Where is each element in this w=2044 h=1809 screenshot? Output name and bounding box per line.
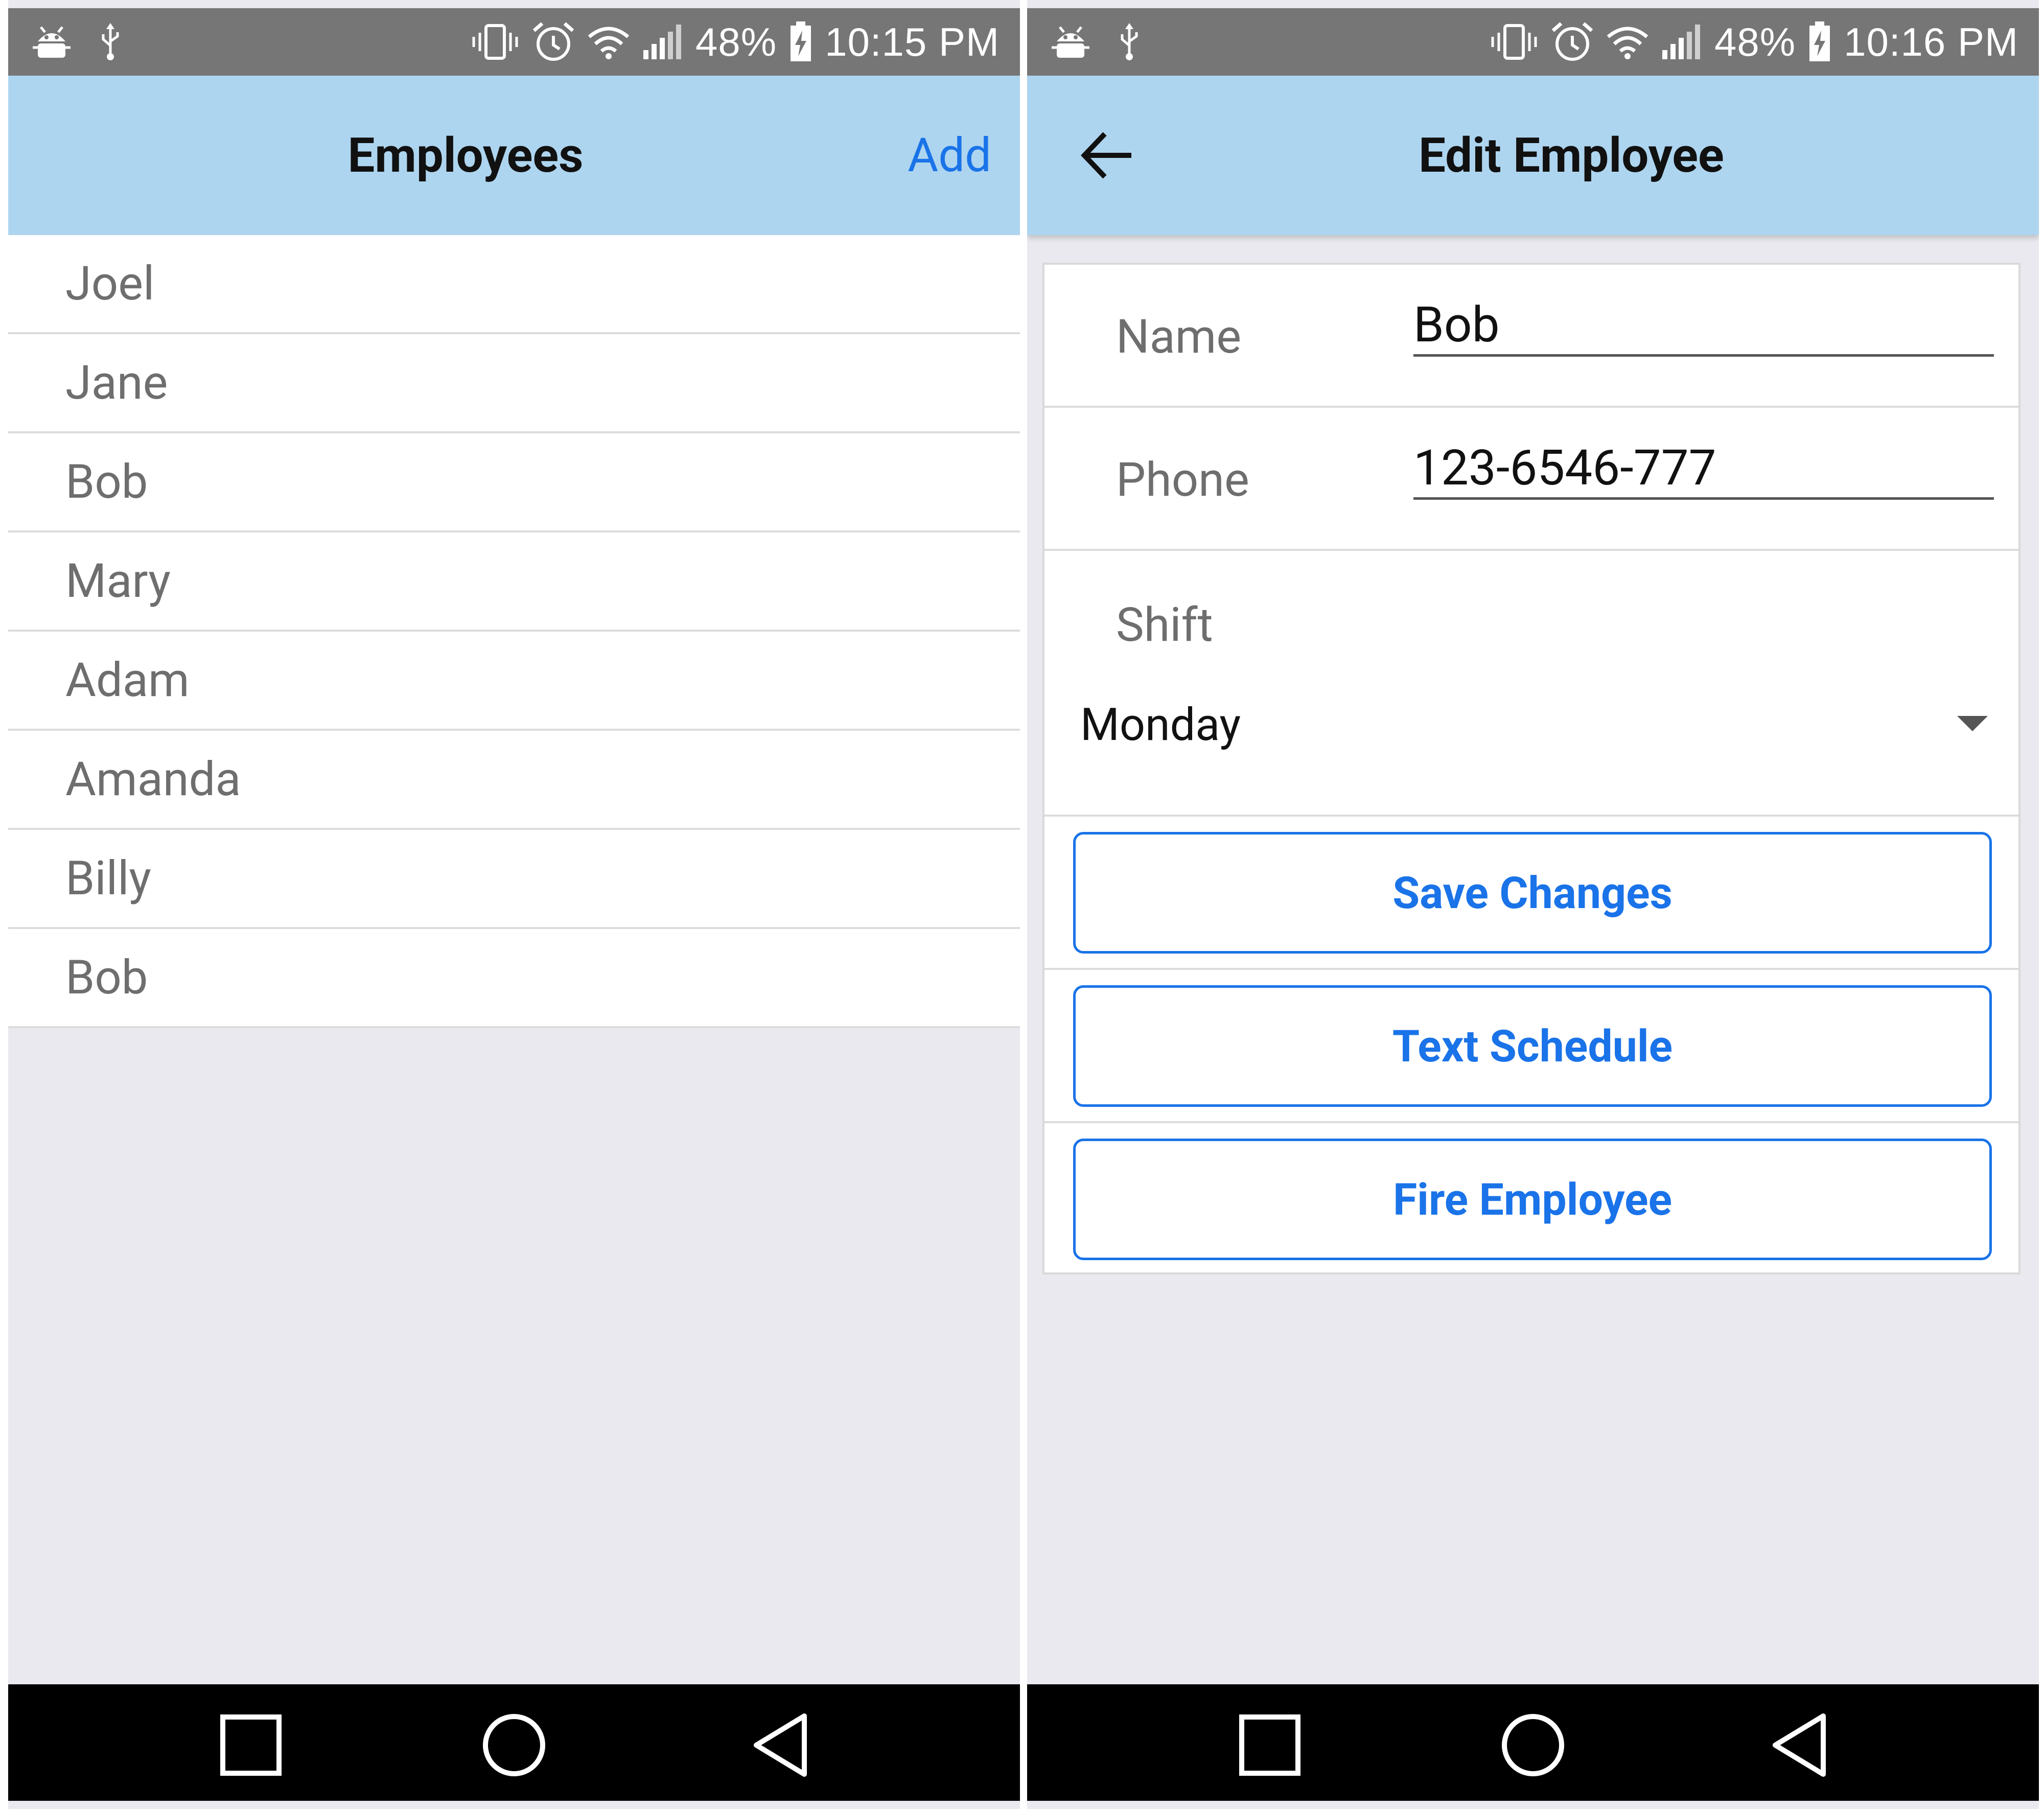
- back-icon[interactable]: [1768, 1712, 1834, 1778]
- signal-icon: [1661, 24, 1702, 60]
- battery-percent: 48%: [1714, 19, 1796, 64]
- home-icon[interactable]: [481, 1712, 547, 1778]
- dropdown-arrow-icon: [1957, 716, 1988, 733]
- usb-icon: [1118, 23, 1141, 61]
- name-label: Name: [1116, 310, 1242, 364]
- phone-row: Phone 123-6546-777: [1044, 408, 2018, 551]
- page-title: Edit Employee: [1419, 127, 1724, 183]
- status-bar: 48% 10:16 PM: [1027, 8, 2039, 76]
- text-schedule-button[interactable]: Text Schedule: [1073, 985, 1992, 1107]
- edit-employee-screen: 48% 10:16 PM Edit Employee Name Bob Phon…: [1027, 0, 2039, 1809]
- battery-percent: 48%: [695, 19, 777, 64]
- phone-field[interactable]: 123-6546-777: [1413, 438, 1994, 500]
- list-item[interactable]: Joel: [8, 235, 1020, 334]
- save-button-row: Save Changes: [1044, 817, 2018, 970]
- list-item[interactable]: Billy: [8, 830, 1020, 929]
- shift-value: Monday: [1080, 698, 1241, 751]
- text-button-row: Text Schedule: [1044, 970, 2018, 1123]
- home-icon[interactable]: [1500, 1712, 1566, 1778]
- alarm-icon: [1551, 21, 1594, 62]
- shift-select[interactable]: Monday: [1080, 689, 1988, 760]
- alarm-icon: [532, 21, 575, 62]
- save-button[interactable]: Save Changes: [1073, 832, 1992, 954]
- wifi-icon: [1606, 24, 1649, 60]
- vibrate-icon: [471, 24, 520, 60]
- employees-screen: 48% 10:15 PM Employees Add Joel Jane Bob…: [8, 0, 1020, 1809]
- usb-icon: [99, 23, 122, 61]
- system-navigation-bar: [1027, 1684, 2039, 1801]
- employee-list: Joel Jane Bob Mary Adam Amanda Billy Bob: [8, 235, 1020, 1028]
- add-button[interactable]: Add: [908, 76, 991, 235]
- shift-row: Shift Monday: [1044, 551, 2018, 817]
- clock: 10:16 PM: [1844, 19, 2018, 64]
- back-icon[interactable]: [749, 1712, 816, 1778]
- android-debug-icon: [1052, 24, 1089, 60]
- page-title: Employees: [347, 127, 584, 183]
- system-navigation-bar: [8, 1684, 1020, 1801]
- fire-employee-button[interactable]: Fire Employee: [1073, 1139, 1992, 1260]
- navigation-bar: Edit Employee: [1027, 76, 2039, 235]
- battery-charging-icon: [789, 21, 812, 62]
- name-field[interactable]: Bob: [1413, 295, 1994, 357]
- recents-icon[interactable]: [1237, 1712, 1303, 1778]
- status-bar: 48% 10:15 PM: [8, 8, 1020, 76]
- phone-label: Phone: [1116, 453, 1249, 507]
- vibrate-icon: [1490, 24, 1539, 60]
- list-item[interactable]: Bob: [8, 433, 1020, 532]
- list-item[interactable]: Mary: [8, 532, 1020, 632]
- android-debug-icon: [33, 24, 71, 60]
- name-row: Name Bob: [1044, 265, 2018, 408]
- navigation-bar: Employees Add: [8, 76, 1020, 235]
- list-item[interactable]: Adam: [8, 632, 1020, 731]
- list-item[interactable]: Bob: [8, 929, 1020, 1028]
- recents-icon[interactable]: [218, 1712, 284, 1778]
- clock: 10:15 PM: [825, 19, 1000, 64]
- signal-icon: [642, 24, 683, 60]
- employee-form: Name Bob Phone 123-6546-777 Shift Monday…: [1042, 263, 2020, 1274]
- wifi-icon: [587, 24, 630, 60]
- list-item[interactable]: Jane: [8, 334, 1020, 433]
- fire-button-row: Fire Employee: [1044, 1123, 2018, 1277]
- shift-label: Shift: [1116, 598, 1213, 653]
- list-item[interactable]: Amanda: [8, 731, 1020, 830]
- battery-charging-icon: [1808, 21, 1831, 62]
